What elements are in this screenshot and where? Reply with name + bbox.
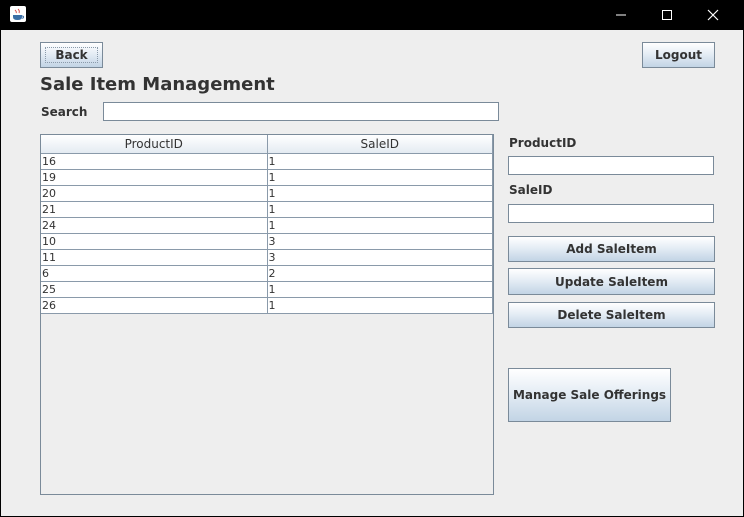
table-row[interactable]: 11 3 xyxy=(41,250,493,266)
sale-item-table[interactable]: ProductID SaleID 16 1 19 1 20 1 21 1 24 1 10 3… xyxy=(40,134,494,495)
saleid-field[interactable] xyxy=(508,204,714,223)
table-row[interactable]: 10 3 xyxy=(41,234,493,250)
delete-saleitem-button[interactable]: Delete SaleItem xyxy=(508,302,715,328)
update-saleitem-label: Update SaleItem xyxy=(555,274,668,289)
cell-productid[interactable]: 11 xyxy=(41,250,268,266)
cell-productid[interactable]: 26 xyxy=(41,298,268,314)
search-label: Search xyxy=(41,105,88,119)
cell-productid[interactable]: 19 xyxy=(41,170,268,186)
saleid-label: SaleID xyxy=(509,183,553,197)
logout-button[interactable]: Logout xyxy=(642,42,715,68)
minimize-icon xyxy=(616,14,626,16)
table-row[interactable]: 24 1 xyxy=(41,218,493,234)
table-row[interactable]: 26 1 xyxy=(41,298,493,314)
table-row[interactable]: 16 1 xyxy=(41,154,493,170)
cell-productid[interactable]: 20 xyxy=(41,186,268,202)
cell-saleid[interactable]: 1 xyxy=(267,282,493,298)
table-row[interactable]: 62 xyxy=(41,266,493,282)
manage-sale-offerings-label: Manage Sale Offerings xyxy=(512,388,667,402)
table-row[interactable]: 25 1 xyxy=(41,282,493,298)
logout-button-label: Logout xyxy=(654,48,702,62)
close-icon xyxy=(707,9,719,21)
column-header-saleid[interactable]: SaleID xyxy=(267,135,493,154)
cell-productid[interactable]: 10 xyxy=(41,234,268,250)
cell-productid[interactable]: 25 xyxy=(41,282,268,298)
cell-saleid[interactable]: 1 xyxy=(267,170,493,186)
cell-productid[interactable]: 6 xyxy=(41,266,268,282)
manage-sale-offerings-button[interactable]: Manage Sale Offerings xyxy=(508,368,671,422)
cell-saleid[interactable]: 3 xyxy=(267,234,493,250)
back-button-label: Back xyxy=(55,48,88,62)
cell-saleid[interactable]: 1 xyxy=(267,218,493,234)
delete-saleitem-label: Delete SaleItem xyxy=(557,308,666,322)
maximize-icon xyxy=(662,10,672,20)
main-panel: Back Logout Sale Item Management Search … xyxy=(1,30,743,516)
java-app-icon xyxy=(10,6,26,22)
cell-productid[interactable]: 24 xyxy=(41,218,268,234)
maximize-button[interactable] xyxy=(644,0,690,30)
table-body: 16 1 19 1 20 1 21 1 24 1 10 3 11 3 62 25 1 26 1 xyxy=(41,154,493,314)
table-row[interactable]: 21 1 xyxy=(41,202,493,218)
cell-productid[interactable]: 16 xyxy=(41,154,268,170)
add-saleitem-label: Add SaleItem xyxy=(566,242,657,256)
cell-productid[interactable]: 21 xyxy=(41,202,268,218)
table-header: ProductID SaleID xyxy=(41,135,493,154)
cell-saleid[interactable]: 3 xyxy=(267,250,493,266)
cell-saleid[interactable]: 1 xyxy=(267,202,493,218)
cell-saleid[interactable]: 1 xyxy=(267,298,493,314)
productid-label: ProductID xyxy=(509,136,577,150)
search-input[interactable] xyxy=(103,102,499,121)
title-bar xyxy=(0,0,744,30)
table-row[interactable]: 20 1 xyxy=(41,186,493,202)
add-saleitem-button[interactable]: Add SaleItem xyxy=(508,236,715,262)
update-saleitem-button[interactable]: Update SaleItem xyxy=(508,268,715,295)
table-row[interactable]: 19 1 xyxy=(41,170,493,186)
page-title: Sale Item Management xyxy=(40,74,275,95)
minimize-button[interactable] xyxy=(598,0,644,30)
cell-saleid[interactable]: 1 xyxy=(267,154,493,170)
cell-saleid[interactable]: 2 xyxy=(267,266,493,282)
back-button[interactable]: Back xyxy=(40,42,103,68)
close-button[interactable] xyxy=(690,0,736,30)
productid-field[interactable] xyxy=(508,156,714,175)
column-header-productid[interactable]: ProductID xyxy=(41,135,268,154)
cell-saleid[interactable]: 1 xyxy=(267,186,493,202)
